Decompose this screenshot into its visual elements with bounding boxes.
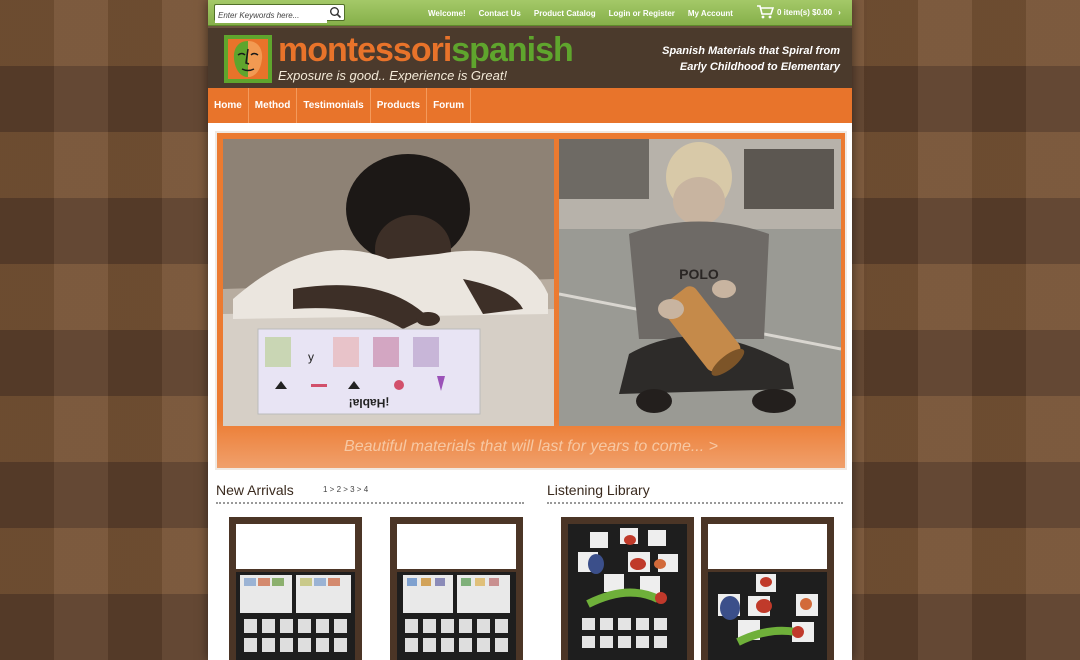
product-tile[interactable] <box>561 517 694 660</box>
logo-word-spanish: spanish <box>451 31 573 69</box>
welcome-link[interactable]: Welcome! <box>428 9 466 18</box>
polo-shirt-text: POLO <box>679 266 719 282</box>
top-links: Welcome! Contact Us Product Catalog Logi… <box>428 0 746 26</box>
hero-photo-boy-playing: POLO <box>559 139 841 426</box>
product-tile[interactable] <box>701 517 834 660</box>
listening-library-divider <box>547 502 843 504</box>
cart-text[interactable]: 0 item(s) $0.00 <box>777 8 832 17</box>
cart-summary[interactable]: 0 item(s) $0.00 › <box>756 5 841 19</box>
product-label-area <box>236 524 355 569</box>
logo-icon[interactable] <box>224 35 272 83</box>
contact-us-link[interactable]: Contact Us <box>479 9 521 18</box>
nav-products[interactable]: Products <box>371 88 428 123</box>
search-input[interactable] <box>215 8 327 23</box>
product-label-area <box>708 524 827 569</box>
nav-home[interactable]: Home <box>208 88 249 123</box>
product-image <box>708 572 827 660</box>
site-header: montessorispanish Exposure is good.. Exp… <box>208 26 852 88</box>
shopping-cart-icon <box>757 5 774 19</box>
slogan-line-2: Early Childhood to Elementary <box>679 61 840 73</box>
hero-photo-girl-reading: y ¡Habla! <box>223 139 554 426</box>
nav-testimonials[interactable]: Testimonials <box>297 88 371 123</box>
page-container: Welcome! Contact Us Product Catalog Logi… <box>208 0 852 660</box>
search-icon[interactable] <box>329 6 342 19</box>
my-account-link[interactable]: My Account <box>688 9 733 18</box>
header-slogan: Spanish Materials that Spiral from Early… <box>662 43 840 75</box>
svg-text:y: y <box>308 350 314 364</box>
product-tile[interactable] <box>229 517 362 660</box>
search-box <box>214 4 345 23</box>
nav-method[interactable]: Method <box>249 88 298 123</box>
product-image <box>568 524 687 660</box>
logo-wordmark[interactable]: montessorispanish <box>278 31 574 69</box>
login-register-link[interactable]: Login or Register <box>609 9 675 18</box>
hero-banner[interactable]: y ¡Habla! POLO Beautiful materials that … <box>215 131 847 470</box>
product-tile[interactable] <box>390 517 523 660</box>
new-arrivals-heading: New Arrivals <box>216 482 294 498</box>
habla-card-text: ¡Habla! <box>349 396 390 410</box>
new-arrivals-divider <box>216 502 524 504</box>
hero-banner-inner: y ¡Habla! POLO Beautiful materials that … <box>217 133 845 468</box>
main-nav: Home Method Testimonials Products Forum <box>208 88 852 123</box>
banner-caption-link[interactable]: Beautiful materials that will last for y… <box>217 438 845 456</box>
chevron-right-icon: › <box>838 7 841 17</box>
product-image <box>397 572 516 660</box>
product-label-area <box>397 524 516 569</box>
product-catalog-link[interactable]: Product Catalog <box>534 9 596 18</box>
product-image <box>236 572 355 660</box>
logo-word-montessori: montessori <box>278 31 452 69</box>
new-arrivals-pager[interactable]: 1 > 2 > 3 > 4 <box>323 485 368 494</box>
listening-library-heading: Listening Library <box>547 482 650 498</box>
top-bar: Welcome! Contact Us Product Catalog Logi… <box>208 0 852 26</box>
nav-forum[interactable]: Forum <box>427 88 472 123</box>
slogan-line-1: Spanish Materials that Spiral from <box>662 45 840 57</box>
site-tagline: Exposure is good.. Experience is Great! <box>278 68 508 83</box>
